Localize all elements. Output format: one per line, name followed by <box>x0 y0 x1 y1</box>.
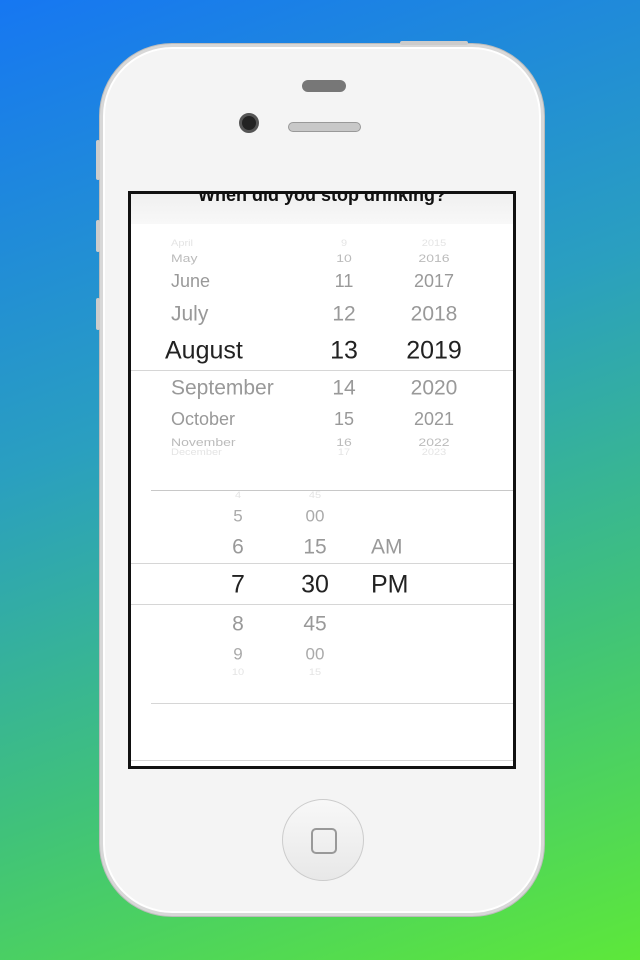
hour-option[interactable]: 7 <box>208 572 268 598</box>
day-option[interactable]: 9 <box>314 239 374 249</box>
day-option[interactable]: 14 <box>314 378 374 399</box>
month-option[interactable]: July <box>171 304 291 325</box>
year-option[interactable]: 2021 <box>394 410 474 428</box>
minute-option[interactable]: 00 <box>285 508 345 525</box>
hour-option[interactable]: 5 <box>208 508 268 525</box>
app-screen: When did you stop drinking? April 9 2015 Ma… <box>128 191 516 769</box>
front-camera <box>239 113 259 133</box>
month-option[interactable]: June <box>171 272 291 290</box>
volume-down-button[interactable] <box>96 298 100 330</box>
page-title: When did you stop drinking? <box>198 191 446 205</box>
mute-switch[interactable] <box>96 140 100 180</box>
hour-option[interactable]: 9 <box>208 646 268 663</box>
home-button[interactable] <box>282 799 364 881</box>
minute-option[interactable]: 45 <box>285 614 345 635</box>
minute-option[interactable]: 15 <box>285 537 345 558</box>
minute-option[interactable]: 30 <box>285 572 345 598</box>
day-option[interactable]: 15 <box>314 410 374 428</box>
hour-option[interactable]: 6 <box>208 537 268 558</box>
hour-option[interactable]: 10 <box>208 668 268 678</box>
hour-option[interactable]: 4 <box>208 491 268 501</box>
day-option[interactable]: 17 <box>314 448 374 458</box>
month-option[interactable]: November <box>171 436 291 447</box>
year-option[interactable]: 2015 <box>394 239 474 249</box>
date-selection-line <box>131 370 513 371</box>
volume-up-button[interactable] <box>96 220 100 252</box>
minute-option[interactable]: 45 <box>285 491 345 501</box>
year-option[interactable]: 2017 <box>394 272 474 290</box>
year-option[interactable]: 2023 <box>394 448 474 458</box>
month-option[interactable]: April <box>171 239 291 249</box>
day-option[interactable]: 16 <box>314 436 374 447</box>
home-square-icon <box>311 828 337 854</box>
year-option[interactable]: 2019 <box>394 338 474 364</box>
ampm-option[interactable]: PM <box>371 572 431 598</box>
minute-option[interactable]: 00 <box>285 646 345 663</box>
year-option[interactable]: 2016 <box>394 252 474 263</box>
hour-option[interactable]: 8 <box>208 614 268 635</box>
month-option[interactable]: December <box>171 448 291 458</box>
ampm-option[interactable]: AM <box>371 537 431 558</box>
month-option[interactable]: October <box>171 410 291 428</box>
day-option[interactable]: 10 <box>314 252 374 263</box>
divider <box>151 490 513 491</box>
time-selection-line-bottom <box>131 604 513 605</box>
day-option[interactable]: 11 <box>314 272 374 290</box>
day-option[interactable]: 12 <box>314 304 374 325</box>
month-option[interactable]: May <box>171 252 291 263</box>
day-option[interactable]: 13 <box>314 338 374 364</box>
divider <box>151 703 513 704</box>
time-selection-line-top <box>131 563 513 564</box>
header: When did you stop drinking? <box>131 194 513 224</box>
earpiece-speaker <box>288 122 361 132</box>
minute-option[interactable]: 15 <box>285 668 345 678</box>
proximity-sensor <box>302 80 346 92</box>
year-option[interactable]: 2020 <box>394 378 474 399</box>
divider <box>131 760 513 761</box>
power-button[interactable] <box>400 41 468 45</box>
month-option[interactable]: August <box>165 338 285 364</box>
year-option[interactable]: 2018 <box>394 304 474 325</box>
month-option[interactable]: September <box>171 378 291 399</box>
year-option[interactable]: 2022 <box>394 436 474 447</box>
